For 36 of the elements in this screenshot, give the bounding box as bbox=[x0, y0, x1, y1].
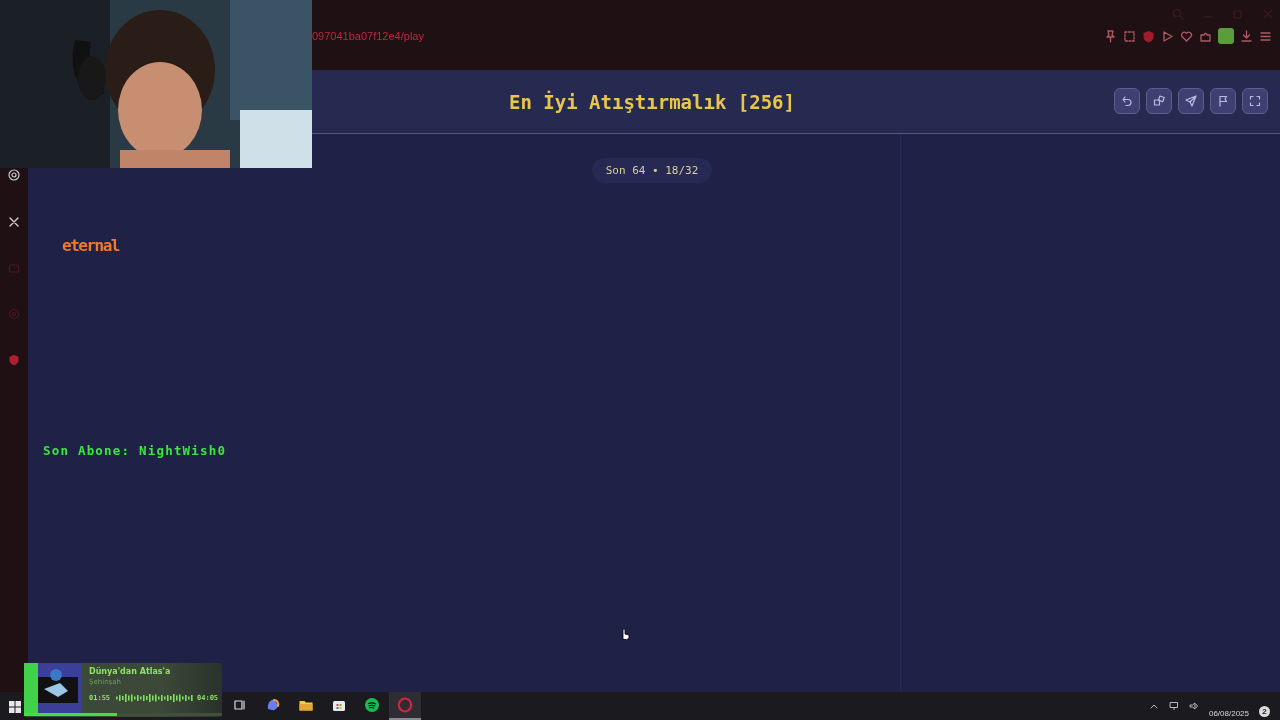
dice-button[interactable] bbox=[1146, 88, 1172, 114]
x-icon[interactable] bbox=[8, 216, 20, 228]
fullscreen-button[interactable] bbox=[1242, 88, 1268, 114]
last-subscriber: Son Abone: NightWish0 bbox=[43, 443, 227, 458]
send-icon bbox=[1185, 95, 1197, 107]
heart-icon[interactable] bbox=[1180, 29, 1193, 43]
speaker-icon[interactable] bbox=[1188, 701, 1199, 711]
waveform-icon bbox=[116, 693, 193, 703]
opera-icon bbox=[397, 697, 413, 713]
send-button[interactable] bbox=[1178, 88, 1204, 114]
flag-button[interactable] bbox=[1210, 88, 1236, 114]
network-icon[interactable] bbox=[1168, 701, 1179, 711]
menu-icon[interactable] bbox=[1259, 29, 1272, 43]
screenshot-icon[interactable] bbox=[1123, 29, 1136, 43]
shield-icon[interactable] bbox=[8, 354, 20, 366]
task-view-icon bbox=[233, 698, 247, 712]
song-title: Dünya'dan Atlas'a bbox=[89, 667, 171, 676]
notification-count[interactable]: 2 bbox=[1259, 705, 1270, 717]
shield-icon[interactable] bbox=[1142, 29, 1155, 43]
game-title: En İyi Atıştırmalık [256] bbox=[509, 90, 796, 113]
fullscreen-icon bbox=[1249, 95, 1261, 107]
album-art bbox=[24, 663, 82, 713]
windows-icon[interactable] bbox=[8, 700, 22, 714]
spotify-icon bbox=[364, 697, 380, 713]
undo-button[interactable] bbox=[1114, 88, 1140, 114]
hand-cursor-icon bbox=[619, 626, 631, 640]
flag-icon bbox=[1217, 95, 1229, 107]
dice-icon bbox=[1153, 95, 1165, 107]
round-badge: Son 64 • 18/32 bbox=[591, 158, 713, 183]
undo-icon bbox=[1121, 95, 1133, 107]
play-icon[interactable] bbox=[1161, 29, 1174, 43]
pin-icon[interactable] bbox=[1104, 29, 1117, 43]
channel-logo: eternal bbox=[62, 236, 119, 255]
download-icon[interactable] bbox=[1240, 29, 1253, 43]
copilot-icon bbox=[265, 697, 281, 713]
taskbar-date: 06/08/2025 bbox=[1208, 708, 1249, 718]
